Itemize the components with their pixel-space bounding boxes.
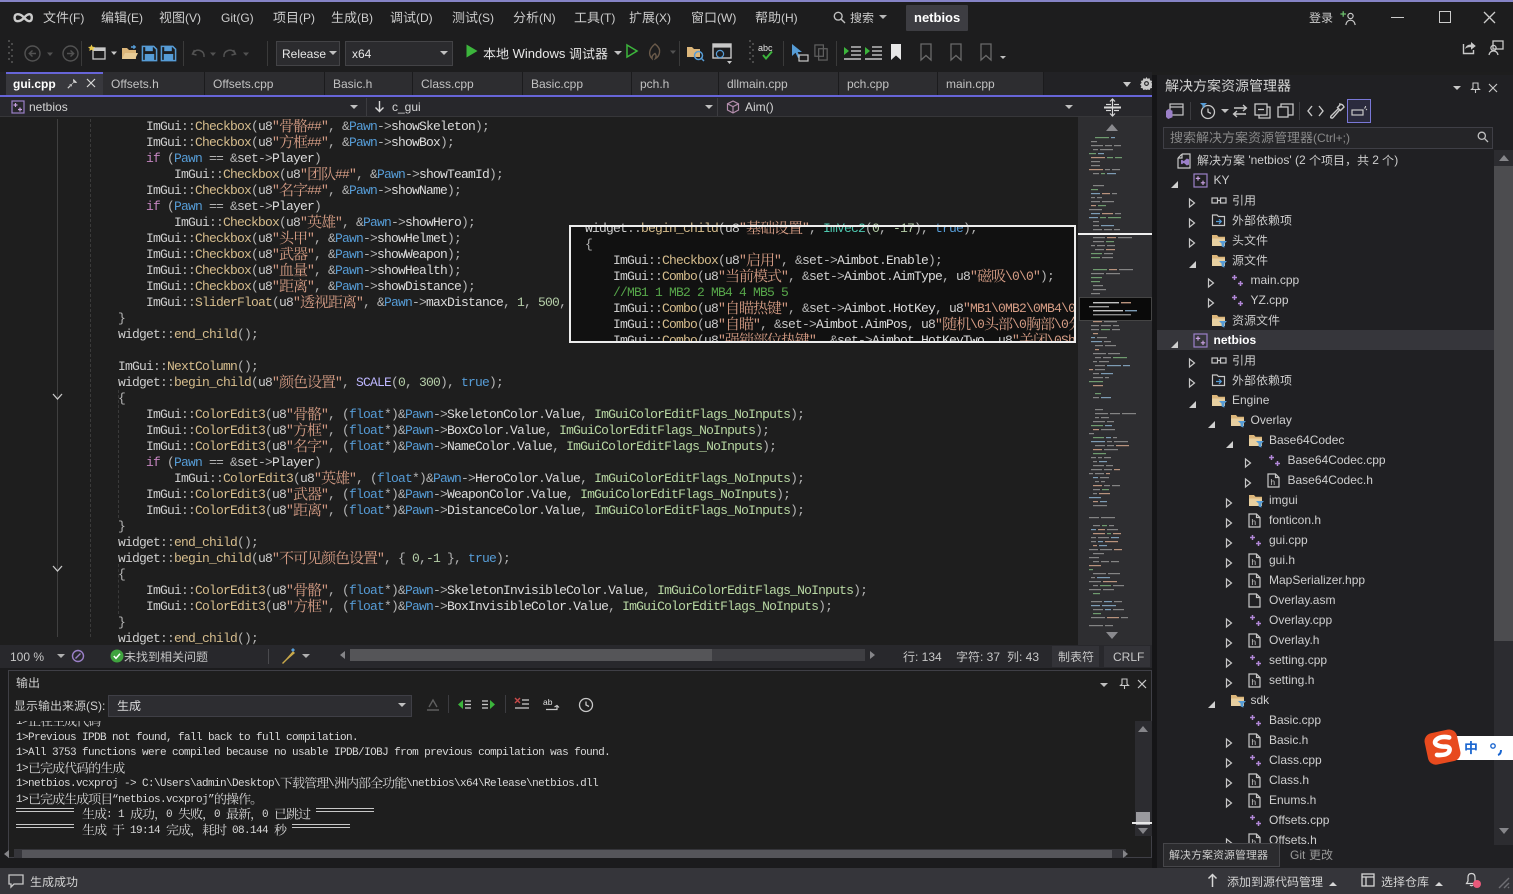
svg-text:h: h — [1251, 637, 1256, 647]
svg-text:h: h — [1251, 737, 1256, 747]
svg-text:h: h — [1251, 777, 1256, 787]
svg-text:h: h — [1251, 577, 1256, 587]
svg-text:h: h — [1251, 557, 1256, 567]
svg-text:h: h — [1251, 797, 1256, 807]
svg-text:h: h — [1270, 477, 1275, 487]
svg-text:h: h — [1251, 517, 1256, 527]
svg-text:ab: ab — [543, 697, 553, 707]
svg-text:h: h — [1251, 677, 1256, 687]
